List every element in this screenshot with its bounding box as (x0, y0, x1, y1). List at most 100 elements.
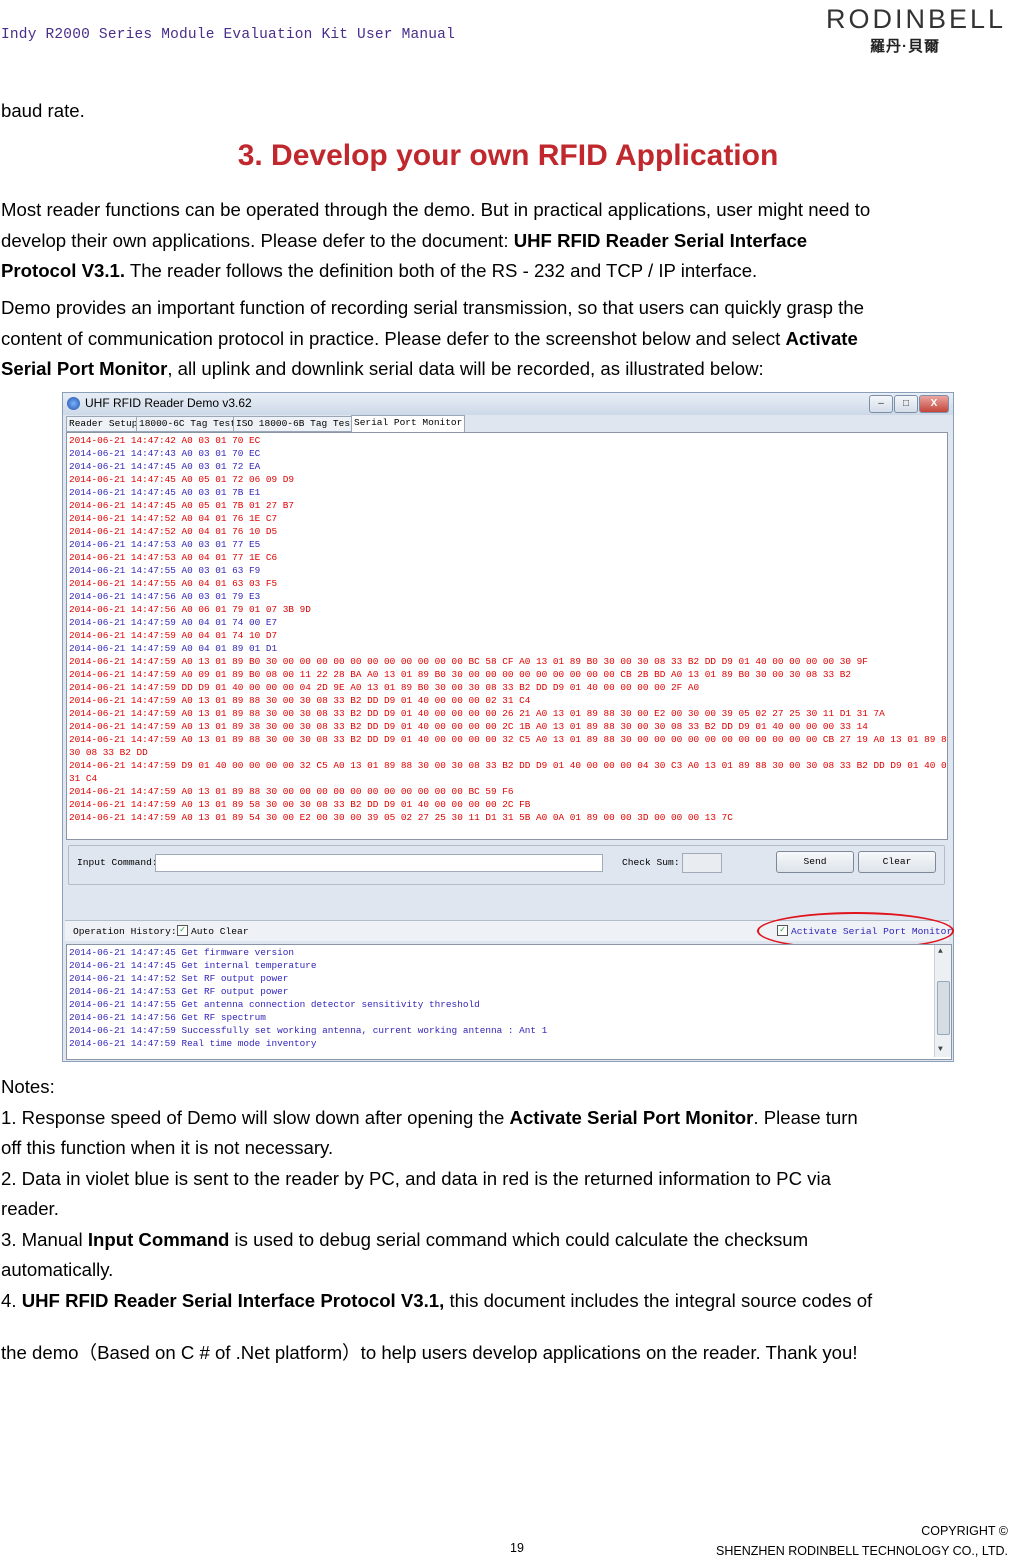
operation-history-label: Operation History: (73, 926, 177, 937)
doc-title-bold: UHF RFID Reader Serial Interface (513, 229, 808, 251)
copyright-line: COPYRIGHT © (921, 1524, 1008, 1538)
note-text: . Please turn (753, 1106, 858, 1128)
log-row: 2014-06-21 14:47:56 A0 03 01 79 E3 (69, 591, 261, 602)
note-text: is used to debug serial command which co… (229, 1228, 809, 1250)
close-button[interactable]: X (919, 395, 949, 413)
log-row: 2014-06-21 14:47:53 A0 04 01 77 1E C6 (69, 552, 278, 563)
serial-log-panel[interactable]: 2014-06-21 14:47:42 A0 03 01 70 EC 2014-0… (66, 432, 948, 840)
para2-text: content of communication protocol in pra… (1, 327, 786, 349)
para2-text: , all uplink and downlink serial data wi… (167, 358, 764, 379)
header-title: Indy R2000 Series Module Evaluation Kit … (1, 27, 455, 43)
log-row: 2014-06-21 14:47:59 A0 13 01 89 88 30 00… (69, 786, 514, 797)
company-line: SHENZHEN RODINBELL TECHNOLOGY CO., LTD. (716, 1544, 1008, 1558)
note-text: this document includes the integral sour… (444, 1289, 873, 1311)
paragraph-2: Demo provides an important function of r… (1, 293, 864, 385)
log-row: 2014-06-21 14:47:45 A0 03 01 72 EA (69, 461, 261, 472)
history-row: 2014-06-21 14:47:59 Real time mode inven… (69, 1038, 317, 1049)
log-row: 2014-06-21 14:47:56 A0 06 01 79 01 07 3B… (69, 604, 311, 615)
log-row: 2014-06-21 14:47:53 A0 03 01 77 E5 (69, 539, 261, 550)
checksum-label: Check Sum: (622, 857, 680, 868)
note-text: 1. Response speed of Demo will slow down… (1, 1106, 510, 1128)
para1-line1: Most reader functions can be operated th… (1, 199, 871, 220)
scroll-up-icon[interactable]: ▲ (938, 947, 943, 956)
log-row: 2014-06-21 14:47:59 D9 01 40 00 00 00 00… (69, 760, 948, 771)
history-row: 2014-06-21 14:47:55 Get antenna connecti… (69, 999, 480, 1010)
note-1: 1. Response speed of Demo will slow down… (1, 1103, 872, 1134)
note-4-cont: the demo（Based on C # of .Net platform）t… (1, 1342, 858, 1363)
tab-18000-6c[interactable]: 18000-6C Tag Test (136, 416, 239, 432)
page-number: 19 (510, 1541, 524, 1555)
demo-app-window: UHF RFID Reader Demo v3.62 – □ X Reader … (62, 392, 954, 1062)
para2-line2: content of communication protocol in pra… (1, 324, 864, 355)
note-text: 3. Manual (1, 1228, 88, 1250)
auto-clear-label: Auto Clear (191, 926, 249, 937)
history-row: 2014-06-21 14:47:56 Get RF spectrum (69, 1012, 266, 1023)
send-button[interactable]: Send (776, 851, 854, 873)
logo-chinese: 羅丹·貝爾 (870, 38, 940, 55)
history-row: 2014-06-21 14:47:52 Set RF output power (69, 973, 289, 984)
tab-reader-setup[interactable]: Reader Setup (66, 416, 141, 432)
input-command-label: Input Command: (77, 857, 158, 868)
log-row: 2014-06-21 14:47:52 A0 04 01 76 1E C7 (69, 513, 278, 524)
note-1-cont: off this function when it is not necessa… (1, 1137, 334, 1158)
command-box: Input Command: Check Sum: Send Clear (68, 845, 945, 885)
log-row: 2014-06-21 14:47:59 A0 13 01 89 38 30 00… (69, 721, 868, 732)
minimize-button[interactable]: – (869, 395, 893, 413)
log-row: 31 C4 (69, 773, 98, 784)
log-row: 2014-06-21 14:47:59 A0 04 01 89 01 D1 (69, 643, 278, 654)
window-titlebar: UHF RFID Reader Demo v3.62 – □ X (63, 393, 953, 415)
note-bold: Activate Serial Port Monitor (509, 1106, 754, 1128)
tab-iso-18000-6b[interactable]: ISO 18000-6B Tag Test (233, 416, 359, 432)
note-bold: UHF RFID Reader Serial Interface Protoco… (21, 1289, 445, 1311)
log-row: 2014-06-21 14:47:59 A0 04 01 74 10 D7 (69, 630, 278, 641)
log-row: 2014-06-21 14:47:55 A0 04 01 63 03 F5 (69, 578, 278, 589)
history-row: 2014-06-21 14:47:45 Get internal tempera… (69, 960, 317, 971)
maximize-button[interactable]: □ (894, 395, 918, 413)
log-row: 2014-06-21 14:47:55 A0 03 01 63 F9 (69, 565, 261, 576)
auto-clear-checkbox[interactable]: ✓ (177, 925, 188, 936)
log-row: 2014-06-21 14:47:59 A0 13 01 89 54 30 00… (69, 812, 733, 823)
intro-line: baud rate. (1, 100, 85, 121)
note-text: 4. (1, 1289, 22, 1311)
window-title: UHF RFID Reader Demo v3.62 (85, 396, 252, 410)
log-row: 2014-06-21 14:47:59 A0 13 01 89 58 30 00… (69, 799, 531, 810)
note-bold: Input Command (87, 1228, 230, 1250)
note-3: 3. Manual Input Command is used to debug… (1, 1225, 872, 1256)
history-row: 2014-06-21 14:47:59 Successfully set wor… (69, 1025, 548, 1036)
note-2-cont: reader. (1, 1198, 59, 1219)
doc-version-bold: Protocol V3.1. (1, 260, 125, 281)
log-row: 2014-06-21 14:47:59 A0 04 01 74 00 E7 (69, 617, 278, 628)
log-row: 2014-06-21 14:47:45 A0 05 01 72 06 09 D9 (69, 474, 295, 485)
log-row: 30 08 33 B2 DD (69, 747, 148, 758)
log-row: 2014-06-21 14:47:45 A0 05 01 7B 01 27 B7 (69, 500, 295, 511)
history-row: 2014-06-21 14:47:53 Get RF output power (69, 986, 289, 997)
log-row: 2014-06-21 14:47:52 A0 04 01 76 10 D5 (69, 526, 278, 537)
log-row: 2014-06-21 14:47:43 A0 03 01 70 EC (69, 448, 261, 459)
clear-button[interactable]: Clear (858, 851, 936, 873)
para1-text: develop their own applications. Please d… (1, 229, 514, 251)
app-icon (67, 397, 80, 410)
log-row: 2014-06-21 14:47:45 A0 03 01 7B E1 (69, 487, 261, 498)
log-row: 2014-06-21 14:47:59 DD D9 01 40 00 00 00… (69, 682, 700, 693)
log-row: 2014-06-21 14:47:59 A0 13 01 89 88 30 00… (69, 734, 948, 745)
scroll-down-icon[interactable]: ▼ (938, 1045, 943, 1054)
log-row: 2014-06-21 14:47:59 A0 13 01 89 88 30 00… (69, 695, 531, 706)
history-scrollbar[interactable]: ▲ ▼ (934, 945, 951, 1057)
paragraph-1: Most reader functions can be operated th… (1, 195, 870, 287)
history-row: 2014-06-21 14:47:45 Get firmware version (69, 947, 295, 958)
serial-port-monitor-bold: Serial Port Monitor (1, 358, 168, 379)
input-command-field[interactable] (155, 854, 603, 872)
tab-serial-port-monitor[interactable]: Serial Port Monitor (351, 415, 466, 433)
para2-line3: Serial Port Monitor, all uplink and down… (1, 354, 864, 385)
para1-text: The reader follows the definition both o… (125, 260, 758, 281)
note-2: 2. Data in violet blue is sent to the re… (1, 1167, 831, 1189)
notes-section: Notes: 1. Response speed of Demo will sl… (1, 1072, 872, 1369)
logo-wordmark: RODINBELL (826, 4, 1007, 34)
para2-line1: Demo provides an important function of r… (1, 297, 864, 318)
footer-copyright: COPYRIGHT © SHENZHEN RODINBELL TECHNOLOG… (716, 1521, 1008, 1561)
log-row: 2014-06-21 14:47:59 A0 09 01 89 B0 08 00… (69, 669, 852, 680)
scroll-thumb[interactable] (937, 981, 950, 1035)
log-row: 2014-06-21 14:47:59 A0 13 01 89 B0 30 00… (69, 656, 868, 667)
section-heading: 3. Develop your own RFID Application (237, 139, 779, 172)
history-panel[interactable]: 2014-06-21 14:47:45 Get firmware version… (66, 944, 952, 1060)
